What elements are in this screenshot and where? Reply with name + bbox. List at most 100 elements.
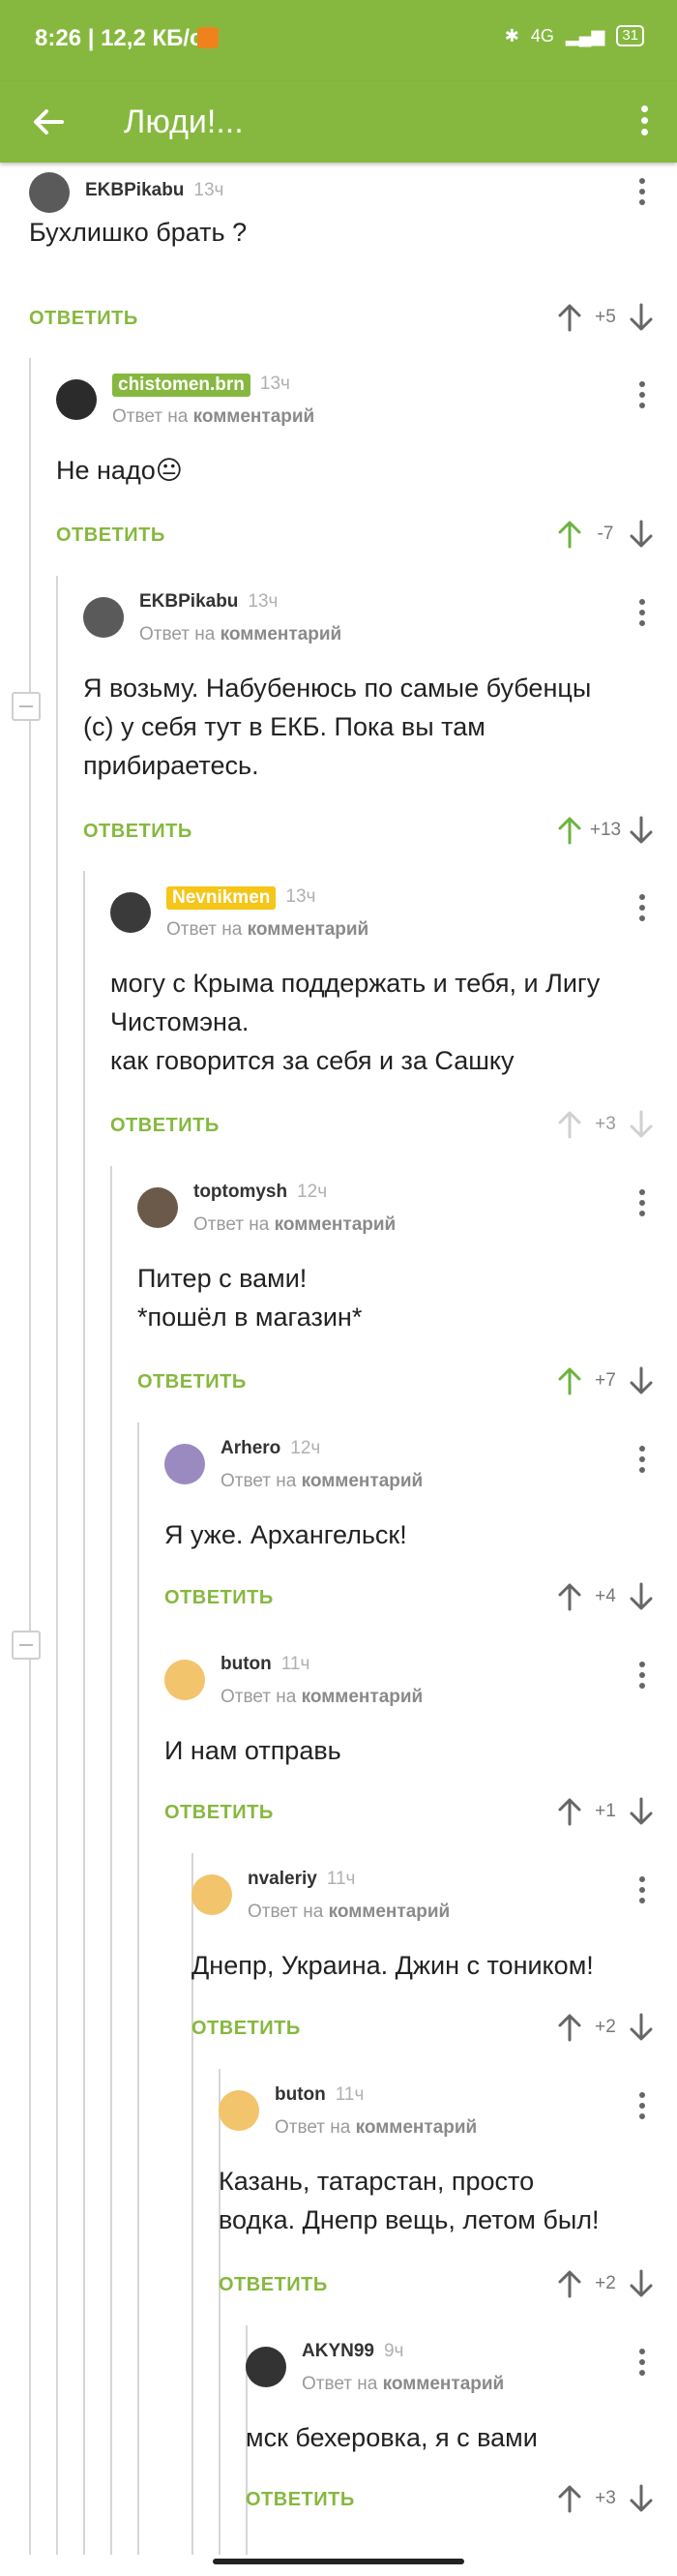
status-time: 8:26 | 12,2 КБ/с: [35, 25, 203, 51]
comment-author[interactable]: Arhero: [221, 1438, 280, 1459]
reply-to-prefix: Ответ на: [193, 1214, 270, 1235]
reply-button[interactable]: ОТВЕТИТЬ: [56, 524, 165, 547]
downvote-arrow-icon[interactable]: [627, 301, 656, 334]
reply-to-target[interactable]: комментарий: [248, 919, 369, 940]
downvote-arrow-icon[interactable]: [627, 1580, 656, 1613]
reply-button[interactable]: ОТВЕТИТЬ: [191, 2018, 301, 2040]
status-bar: 8:26 | 12,2 КБ/с ✱ 4G ▂▄▆ 31: [0, 0, 677, 81]
upvote-arrow-icon[interactable]: [555, 1364, 584, 1397]
reply-to-target[interactable]: комментарий: [275, 1214, 397, 1235]
comment-author[interactable]: AKYN99: [302, 2341, 374, 2362]
comment-menu-icon[interactable]: [638, 2092, 646, 2121]
comment-score: +3: [595, 1114, 616, 1134]
reply-to-meta[interactable]: Ответ на комментарий: [275, 2117, 477, 2139]
reply-to-target[interactable]: комментарий: [356, 2117, 478, 2138]
comment-text: Бухлишко брать ?: [29, 218, 248, 247]
vote-controls: +2: [555, 2010, 656, 2045]
reply-to-meta[interactable]: Ответ на комментарий: [112, 406, 314, 428]
app-bar: Люди!...: [0, 81, 677, 163]
avatar[interactable]: [56, 379, 97, 420]
reply-to-target[interactable]: комментарий: [221, 624, 342, 644]
upvote-arrow-icon[interactable]: [555, 301, 584, 334]
comment-author[interactable]: Nevnikmen: [166, 886, 277, 910]
downvote-arrow-icon[interactable]: [627, 518, 656, 551]
comment-author[interactable]: nvaleriy: [248, 1869, 317, 1890]
downvote-arrow-icon[interactable]: [627, 2011, 656, 2044]
downvote-arrow-icon[interactable]: [627, 814, 656, 847]
flame-icon: [197, 27, 219, 48]
avatar[interactable]: [246, 2347, 286, 2387]
reply-to-meta[interactable]: Ответ на комментарий: [193, 1214, 396, 1236]
upvote-arrow-icon[interactable]: [555, 2011, 584, 2044]
reply-to-meta[interactable]: Ответ на комментарий: [248, 1902, 450, 1923]
comment-menu-icon[interactable]: [638, 894, 646, 923]
reply-button[interactable]: ОТВЕТИТЬ: [29, 308, 138, 330]
comment-author[interactable]: chistomen.brn: [112, 374, 250, 397]
downvote-arrow-icon[interactable]: [627, 1108, 656, 1141]
downvote-arrow-icon[interactable]: [627, 2267, 656, 2300]
comment-menu-icon[interactable]: [638, 1189, 646, 1218]
collapse-thread-button[interactable]: [12, 1631, 41, 1660]
avatar[interactable]: [29, 172, 70, 213]
comment: nvaleriy 11ч Ответ на комментарий Днепр, Ук…: [191, 1863, 677, 2056]
back-arrow-icon[interactable]: [27, 101, 70, 143]
comment-menu-icon[interactable]: [638, 178, 646, 207]
upvote-arrow-icon[interactable]: [555, 1108, 584, 1141]
comment-menu-icon[interactable]: [638, 1446, 646, 1475]
reply-to-target[interactable]: комментарий: [383, 2374, 505, 2394]
comment-text: Казань, татарстан, просто водка. Днепр в…: [219, 2167, 600, 2234]
comment-text: мск бехеровка, я с вами: [246, 2423, 538, 2452]
comment-author[interactable]: buton: [221, 1654, 272, 1675]
reply-to-meta[interactable]: Ответ на комментарий: [166, 919, 368, 941]
reply-button[interactable]: ОТВЕТИТЬ: [110, 1115, 220, 1137]
upvote-arrow-icon[interactable]: [555, 1795, 584, 1828]
comment-author[interactable]: EKBPikabu: [85, 180, 184, 201]
reply-button[interactable]: ОТВЕТИТЬ: [219, 2274, 328, 2296]
upvote-arrow-icon[interactable]: [555, 2267, 584, 2300]
status-icons: ✱ 4G ▂▄▆ 31: [505, 25, 644, 46]
avatar[interactable]: [164, 1660, 205, 1700]
avatar[interactable]: [83, 597, 124, 638]
downvote-arrow-icon[interactable]: [627, 1364, 656, 1397]
more-options-icon[interactable]: [634, 101, 654, 143]
reply-to-target[interactable]: комментарий: [193, 406, 315, 427]
signal-label: 4G: [530, 25, 554, 45]
avatar[interactable]: [110, 892, 151, 933]
comment-menu-icon[interactable]: [638, 599, 646, 628]
collapse-thread-button[interactable]: [12, 692, 41, 721]
comment-score: +7: [595, 1370, 616, 1391]
comment-author[interactable]: toptomysh: [193, 1182, 287, 1203]
reply-to-prefix: Ответ на: [302, 2374, 378, 2394]
reply-to-target[interactable]: комментарий: [302, 1687, 424, 1707]
upvote-arrow-icon[interactable]: [555, 814, 584, 847]
reply-to-target[interactable]: комментарий: [329, 1902, 451, 1922]
upvote-arrow-icon[interactable]: [555, 1580, 584, 1613]
reply-to-meta[interactable]: Ответ на комментарий: [221, 1687, 423, 1708]
downvote-arrow-icon[interactable]: [627, 1795, 656, 1828]
downvote-arrow-icon[interactable]: [627, 2482, 656, 2515]
comment-menu-icon[interactable]: [638, 2349, 646, 2378]
reply-button[interactable]: ОТВЕТИТЬ: [137, 1371, 247, 1393]
comment-text: Днепр, Украина. Джин с тоником!: [191, 1951, 594, 1980]
upvote-arrow-icon[interactable]: [555, 518, 584, 551]
reply-to-target[interactable]: комментарий: [302, 1471, 424, 1491]
reply-button[interactable]: ОТВЕТИТЬ: [246, 2489, 355, 2511]
home-indicator[interactable]: [213, 2559, 464, 2564]
comment-author[interactable]: buton: [275, 2084, 326, 2106]
comment-author[interactable]: EKBPikabu: [139, 591, 238, 613]
reply-button[interactable]: ОТВЕТИТЬ: [164, 1802, 274, 1824]
reply-to-meta[interactable]: Ответ на комментарий: [302, 2374, 504, 2395]
avatar[interactable]: [137, 1187, 178, 1228]
avatar[interactable]: [164, 1444, 205, 1484]
reply-button[interactable]: ОТВЕТИТЬ: [83, 821, 192, 843]
upvote-arrow-icon[interactable]: [555, 2482, 584, 2515]
avatar[interactable]: [191, 1874, 232, 1915]
reply-button[interactable]: ОТВЕТИТЬ: [164, 1587, 274, 1609]
comment-menu-icon[interactable]: [638, 1662, 646, 1691]
reply-to-meta[interactable]: Ответ на комментарий: [139, 624, 341, 645]
reply-to-meta[interactable]: Ответ на комментарий: [221, 1471, 423, 1492]
comment-menu-icon[interactable]: [638, 1876, 646, 1905]
comment-menu-icon[interactable]: [638, 381, 646, 410]
comment-text: Я возьму. Набубенюсь по самые бубенцы (с…: [83, 674, 592, 780]
avatar[interactable]: [219, 2090, 259, 2131]
